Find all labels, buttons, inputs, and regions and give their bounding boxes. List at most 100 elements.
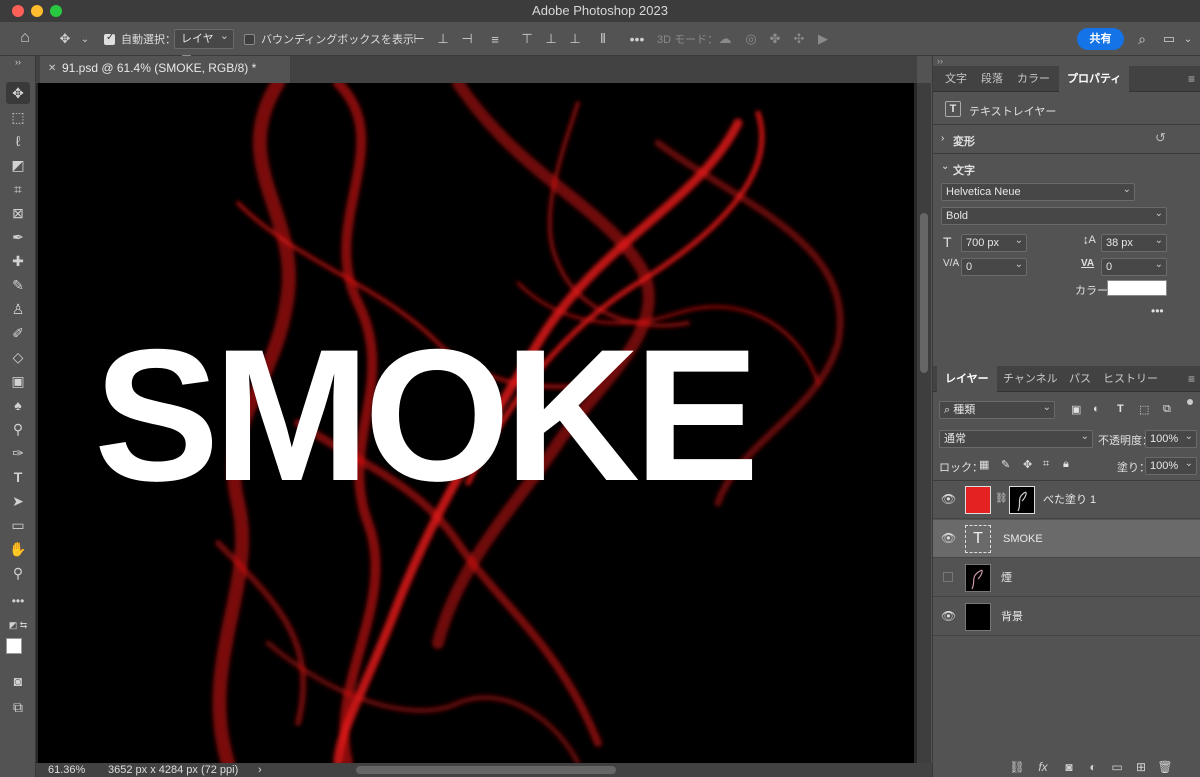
document-tab[interactable]: ✕ 91.psd @ 61.4% (SMOKE, RGB/8) * [40, 56, 290, 83]
blur-tool[interactable]: ♠ [6, 394, 30, 416]
filter-adjustment-icon[interactable]: ◐ [1093, 403, 1100, 415]
history-brush-tool[interactable]: ✐ [6, 322, 30, 344]
add-mask-icon[interactable]: ◙ [1061, 760, 1077, 774]
delete-layer-icon[interactable]: 🗑︎ [1157, 760, 1173, 774]
object-selection-tool[interactable]: ◩ [6, 154, 30, 176]
rectangle-tool[interactable]: ▭ [6, 514, 30, 536]
kerning-field[interactable]: 0 ⌄ [961, 258, 1027, 276]
layer-name[interactable]: SMOKE [1003, 520, 1043, 558]
zoom-tool[interactable]: ⚲ [6, 562, 30, 584]
filter-type-icon[interactable]: T [1117, 403, 1124, 415]
status-menu-chevron-icon[interactable]: › [258, 763, 262, 777]
reset-transform-icon[interactable]: ↺ [1155, 130, 1166, 146]
quick-mask-icon[interactable]: ◙ [6, 670, 30, 692]
smoke-layer-thumbnail[interactable] [965, 564, 991, 592]
eyedropper-tool[interactable]: ✒ [6, 226, 30, 248]
layer-name[interactable]: 煙 [1001, 559, 1012, 597]
home-icon[interactable]: ⌂ [17, 29, 33, 46]
align-bottom-icon[interactable]: ⊥ [567, 31, 583, 47]
fill-color-thumbnail[interactable] [965, 486, 991, 514]
workspace-chevron-icon[interactable]: ⌄ [1180, 31, 1196, 47]
zoom-window-button[interactable] [50, 5, 62, 17]
auto-select-dropdown[interactable]: レイヤー [174, 27, 234, 63]
font-size-field[interactable]: 700 px ⌄ [961, 234, 1027, 252]
minimize-window-button[interactable] [31, 5, 43, 17]
lock-artboard-icon[interactable]: ⌗ [1043, 458, 1049, 471]
3d-roll-icon[interactable]: ◎ [743, 31, 759, 47]
visibility-toggle-off[interactable] [943, 572, 953, 582]
path-selection-tool[interactable]: ➤ [6, 490, 30, 512]
adjustment-layer-icon[interactable]: ◐ [1085, 760, 1101, 774]
tab-character[interactable]: 文字 [937, 66, 975, 92]
hand-tool[interactable]: ✋ [6, 538, 30, 560]
frame-tool[interactable]: ⊠ [6, 202, 30, 224]
layer-row-background[interactable]: 👁︎ 背景 [933, 598, 1200, 636]
gradient-tool[interactable]: ▣ [6, 370, 30, 392]
move-tool-icon[interactable]: ✥ [57, 31, 73, 47]
3d-scale-icon[interactable]: ▶ [815, 31, 831, 47]
lock-transparent-icon[interactable]: ▦ [979, 458, 989, 471]
tab-paths[interactable]: パス [1061, 366, 1099, 392]
font-style-dropdown[interactable]: Bold ⌄ [941, 207, 1167, 225]
visibility-eye-icon[interactable]: 👁︎ [941, 492, 956, 506]
filter-smart-object-icon[interactable]: ⧉ [1163, 403, 1171, 416]
lock-image-icon[interactable]: ✎ [1001, 458, 1010, 471]
background-thumbnail[interactable] [965, 603, 991, 631]
properties-panel-menu-icon[interactable]: ≡ [1188, 72, 1195, 86]
more-options-icon[interactable]: ••• [629, 31, 645, 47]
crop-tool[interactable]: ⌗ [6, 178, 30, 200]
edit-toolbar-icon[interactable]: ••• [6, 590, 30, 612]
new-group-icon[interactable]: ▭ [1109, 760, 1125, 774]
screen-mode-icon[interactable]: ⧉ [6, 696, 30, 718]
leading-field[interactable]: 38 px ⌄ [1101, 234, 1167, 252]
layers-panel-menu-icon[interactable]: ≡ [1188, 372, 1195, 386]
close-window-button[interactable] [12, 5, 24, 17]
healing-brush-tool[interactable]: ✚ [6, 250, 30, 272]
layer-name[interactable]: べた塗り 1 [1043, 481, 1096, 519]
font-family-dropdown[interactable]: Helvetica Neue ⌄ [941, 183, 1135, 201]
tab-channels[interactable]: チャンネル [995, 366, 1066, 392]
align-left-icon[interactable]: ⊢ [411, 31, 427, 47]
filter-pixel-icon[interactable]: ▣ [1071, 403, 1081, 416]
layer-row-smoke-text[interactable]: 👁︎ T SMOKE [933, 520, 1200, 558]
blend-mode-dropdown[interactable]: 通常 ⌄ [939, 430, 1093, 448]
foreground-color-swatch[interactable] [6, 638, 22, 654]
3d-pan-icon[interactable]: ✤ [767, 31, 783, 47]
align-middle-vertical-icon[interactable]: ⊥ [543, 31, 559, 47]
visibility-eye-icon[interactable]: 👁︎ [941, 531, 956, 545]
share-button[interactable]: 共有 [1077, 28, 1124, 50]
tracking-field[interactable]: 0 ⌄ [1101, 258, 1167, 276]
document-canvas[interactable]: SMOKE [38, 83, 914, 763]
distribute-horizontal-icon[interactable]: ≡ [487, 31, 503, 47]
filter-shape-icon[interactable]: ⬚ [1139, 403, 1149, 416]
fill-field[interactable]: 100% ⌄ [1145, 457, 1197, 475]
link-layers-icon[interactable]: ⛓ [1009, 760, 1025, 774]
align-right-icon[interactable]: ⊣ [459, 31, 475, 47]
layer-filter-dropdown[interactable]: ⌕ 種類 ⌄ [939, 401, 1055, 419]
zoom-level[interactable]: 61.36% [48, 763, 85, 777]
3d-slide-icon[interactable]: ✣ [791, 31, 807, 47]
transform-expand-icon[interactable]: › [941, 133, 944, 144]
align-top-icon[interactable]: ⊤ [519, 31, 535, 47]
layer-mask-thumbnail[interactable] [1009, 486, 1035, 514]
search-icon[interactable]: ⌕ [1134, 31, 1150, 47]
tool-preset-chevron-icon[interactable]: ⌄ [77, 31, 93, 47]
type-collapse-icon[interactable]: ⌄ [941, 161, 949, 172]
tab-layers[interactable]: レイヤー [937, 366, 997, 392]
eraser-tool[interactable]: ◇ [6, 346, 30, 368]
layer-row-fill[interactable]: 👁︎ ⛓ べた塗り 1 [933, 481, 1200, 519]
brush-tool[interactable]: ✎ [6, 274, 30, 296]
horizontal-scrollbar[interactable] [356, 766, 616, 774]
pen-tool[interactable]: ✑ [6, 442, 30, 464]
new-layer-icon[interactable]: ⊞ [1133, 760, 1149, 774]
swap-colors-icon[interactable]: ◩ ⇆ [6, 618, 30, 632]
more-type-options-icon[interactable]: ••• [1151, 304, 1164, 318]
layer-name[interactable]: 背景 [1001, 598, 1023, 636]
lock-all-icon[interactable]: 🔒︎ [1063, 458, 1069, 471]
lasso-tool[interactable]: ℓ [6, 130, 30, 152]
lock-position-icon[interactable]: ✥ [1023, 458, 1032, 471]
workspace-icon[interactable]: ▭ [1161, 31, 1177, 47]
text-color-swatch[interactable] [1107, 280, 1167, 296]
type-section-label[interactable]: 文字 [953, 162, 975, 178]
clone-stamp-tool[interactable]: ♙ [6, 298, 30, 320]
